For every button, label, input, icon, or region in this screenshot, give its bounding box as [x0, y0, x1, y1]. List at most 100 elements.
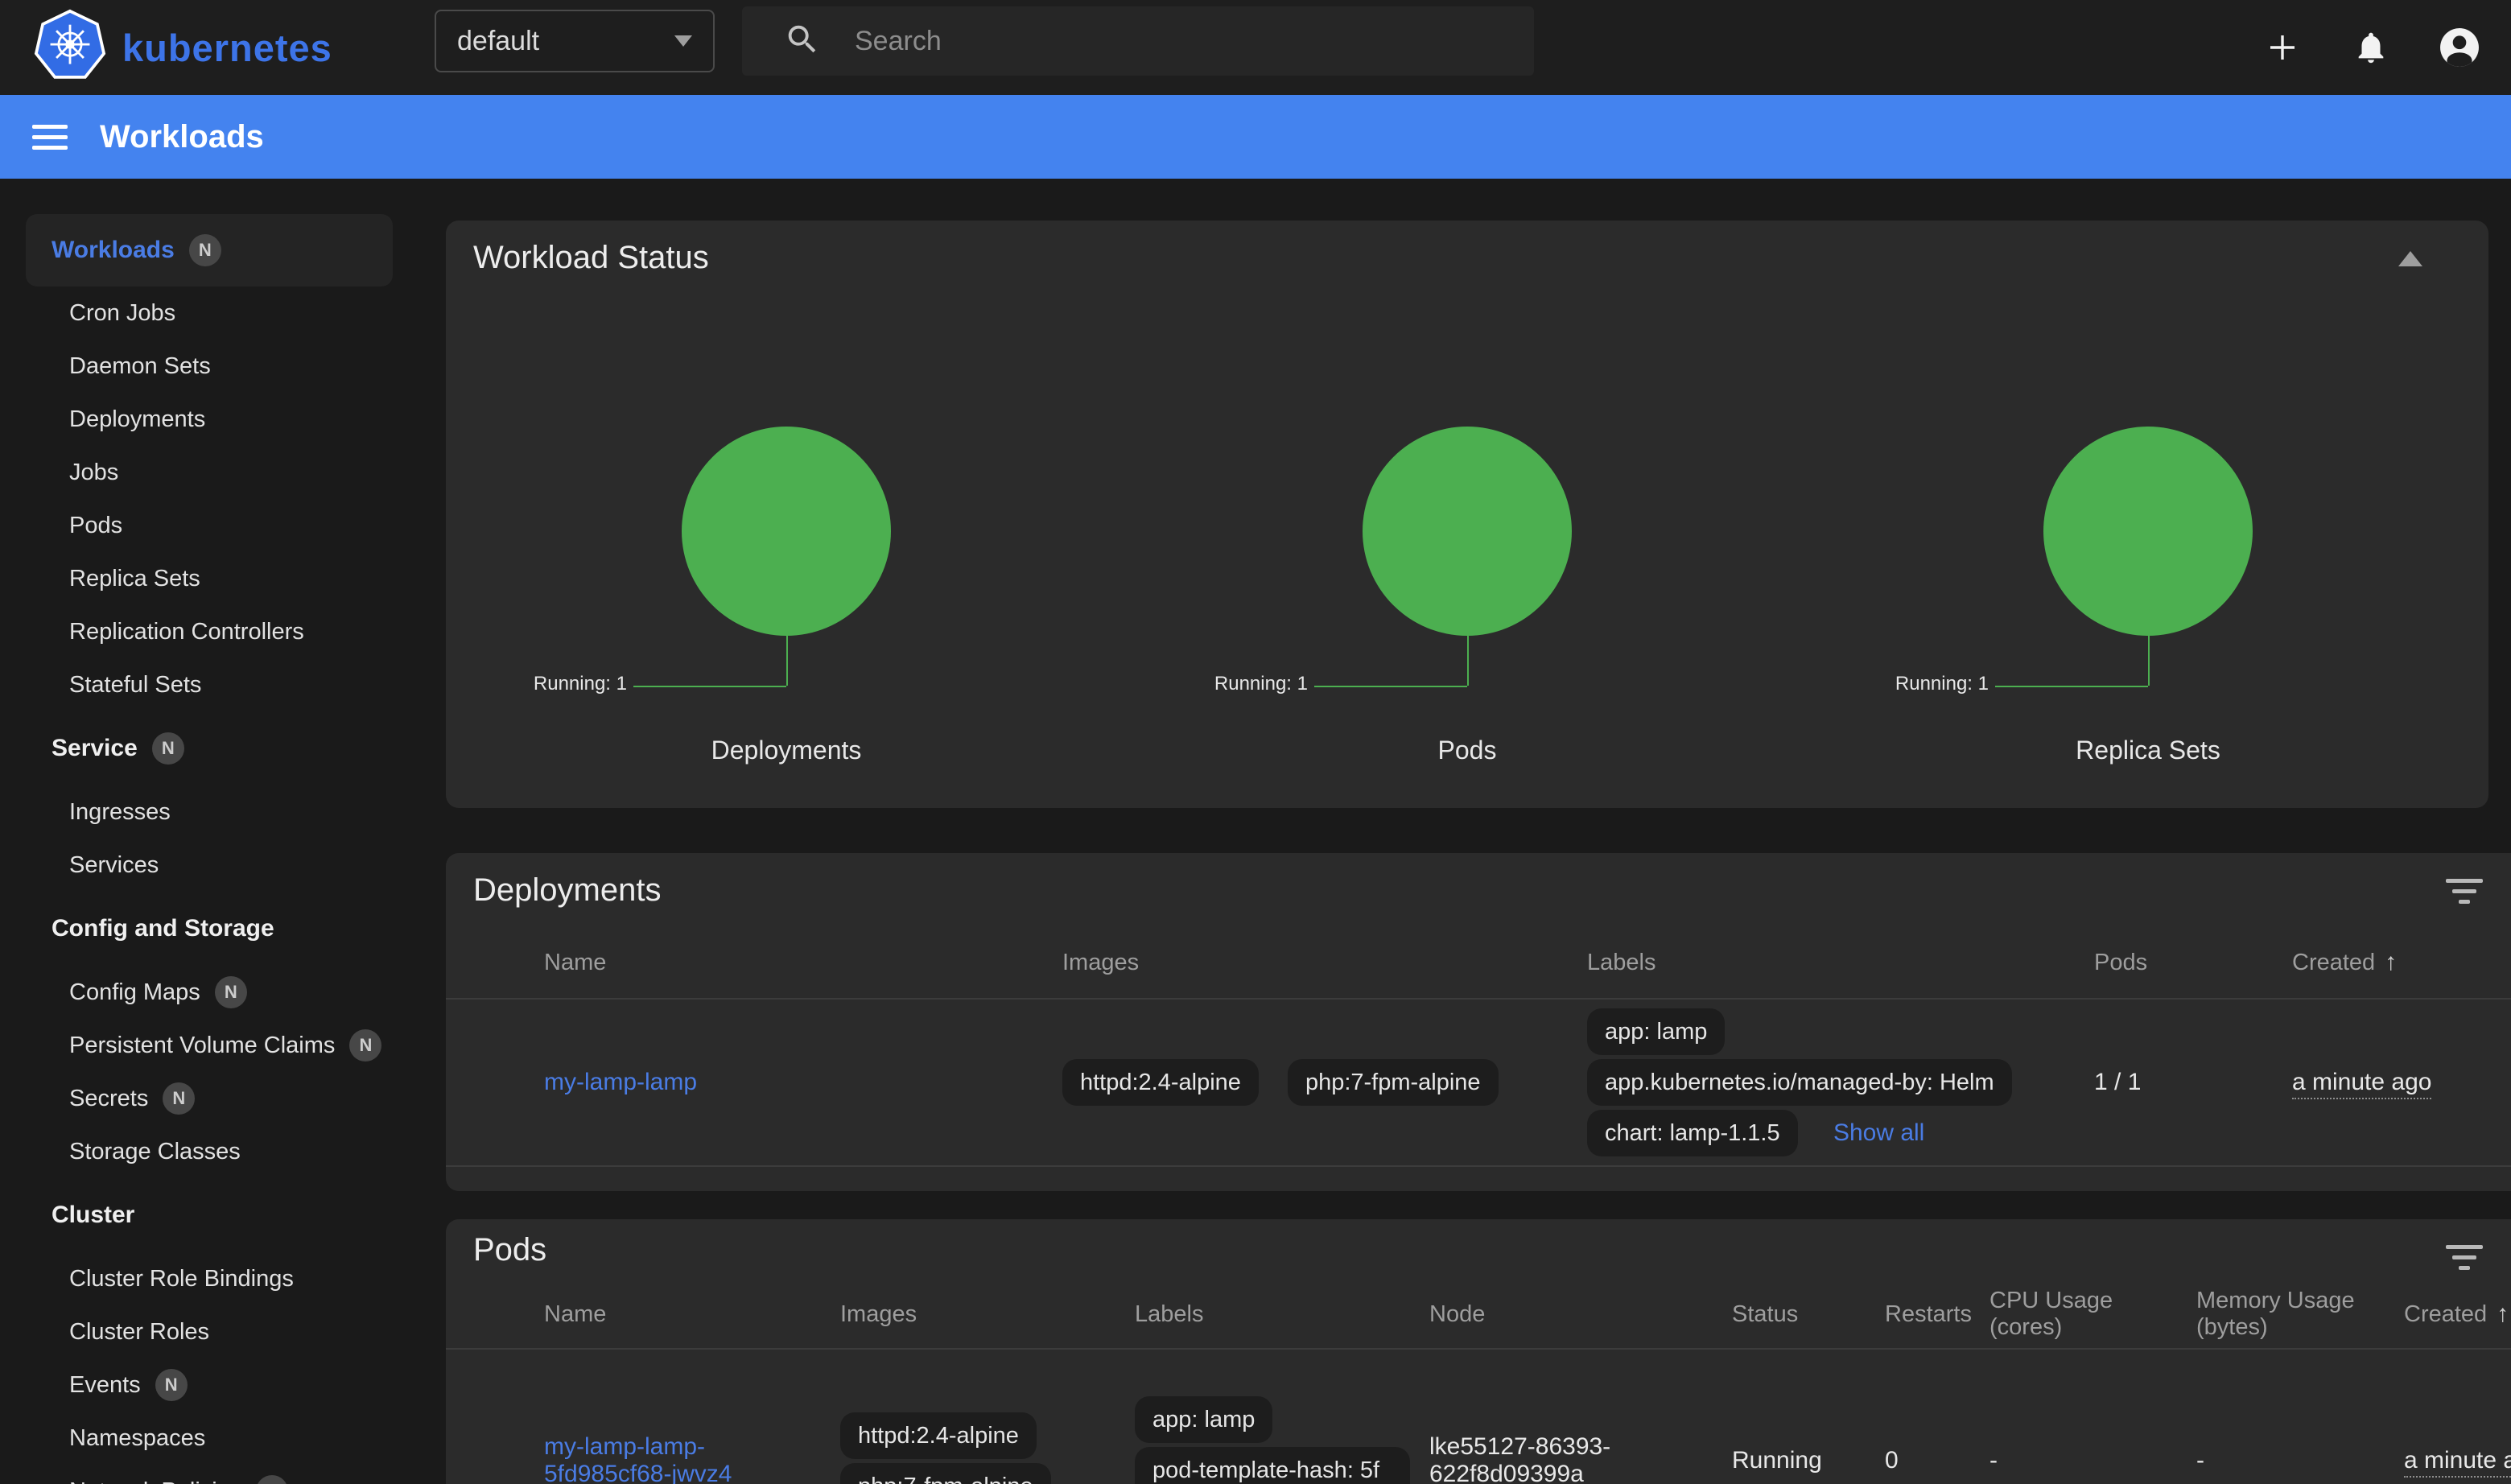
header-actions — [2262, 0, 2511, 95]
replica-sets-graph-title: Replica Sets — [1808, 736, 2488, 765]
kubernetes-logo-icon — [32, 8, 108, 88]
column-header-images[interactable]: Images — [1062, 950, 1587, 976]
search-bar[interactable] — [742, 6, 1534, 76]
replica-sets-pie-chart — [2043, 427, 2253, 636]
deployments-graph-title: Deployments — [446, 736, 1127, 765]
sidebar-item-replica-sets[interactable]: Replica Sets — [0, 552, 418, 605]
sidebar-header-cluster: Cluster — [0, 1189, 418, 1242]
search-icon — [784, 21, 821, 62]
image-chip: php:7-fpm-alpine — [1288, 1059, 1499, 1106]
account-avatar-button[interactable] — [2439, 27, 2480, 68]
page-title: Workloads — [100, 119, 264, 155]
column-header-node[interactable]: Node — [1429, 1301, 1732, 1328]
deployments-table-header: Name Images Labels Pods Created↑ — [446, 927, 2511, 1000]
app-toolbar: Workloads — [0, 95, 2511, 179]
sidebar-item-services[interactable]: Services — [0, 839, 418, 892]
namespace-selected-value: default — [457, 26, 674, 57]
sidebar-item-service[interactable]: Service N — [0, 722, 418, 775]
workload-graph-pods: Running: 1 Pods — [1127, 295, 1808, 777]
leader-line-horizontal — [1314, 686, 1467, 687]
column-header-status[interactable]: Status — [1732, 1301, 1885, 1328]
column-header-created[interactable]: Created↑ — [2404, 1301, 2511, 1328]
sidebar-item-pods[interactable]: Pods — [0, 499, 418, 552]
created-timestamp: a minute ago — [2404, 1447, 2511, 1478]
leader-line-horizontal — [633, 686, 786, 687]
new-badge: N — [256, 1475, 288, 1484]
pods-graph-title: Pods — [1127, 736, 1808, 765]
filter-list-icon[interactable] — [2446, 879, 2483, 906]
new-badge: N — [349, 1029, 381, 1061]
sidebar-item-config-maps[interactable]: Config Maps N — [0, 966, 418, 1019]
nav-group-service: Service N Ingresses Services — [0, 722, 418, 892]
logo-wordmark: kubernetes — [122, 26, 332, 70]
new-badge: N — [215, 976, 247, 1008]
sidebar-item-persistent-volume-claims[interactable]: Persistent Volume Claims N — [0, 1019, 418, 1072]
replica-sets-running-label: Running: 1 — [1895, 673, 1989, 695]
collapse-section-icon[interactable] — [2398, 251, 2422, 266]
sort-ascending-icon: ↑ — [2385, 949, 2397, 975]
notifications-bell-button[interactable] — [2350, 27, 2392, 68]
deployments-running-label: Running: 1 — [534, 673, 627, 695]
kubernetes-logo[interactable]: kubernetes — [32, 10, 332, 85]
show-all-labels-link[interactable]: Show all — [1833, 1119, 1924, 1146]
leader-line-vertical — [786, 636, 788, 686]
filter-list-icon[interactable] — [2446, 1245, 2483, 1272]
sidebar-item-workloads[interactable]: Workloads N — [26, 214, 393, 286]
pods-table-header: Name Images Labels Node Status Restarts … — [446, 1280, 2511, 1350]
sidebar-item-stateful-sets[interactable]: Stateful Sets — [0, 658, 418, 711]
label-chip: app.kubernetes.io/managed-by: Helm — [1587, 1059, 2012, 1106]
label-chip: app: lamp — [1587, 1008, 1725, 1055]
sidebar-item-events[interactable]: Events N — [0, 1358, 418, 1412]
new-badge: N — [189, 234, 221, 266]
sidebar-item-replication-controllers[interactable]: Replication Controllers — [0, 605, 418, 658]
column-header-pods[interactable]: Pods — [2094, 950, 2292, 976]
column-header-name[interactable]: Name — [544, 1301, 840, 1328]
image-chip: php:7-fpm-alpine — [840, 1463, 1051, 1484]
sidebar-item-daemon-sets[interactable]: Daemon Sets — [0, 340, 418, 393]
sidebar-header-config-and-storage: Config and Storage — [0, 902, 418, 955]
column-header-cpu-usage[interactable]: CPU Usage (cores) — [1989, 1288, 2196, 1341]
pod-restarts: 0 — [1885, 1447, 1989, 1474]
deployment-table-row[interactable]: my-lamp-lamp httpd:2.4-alpine php:7-fpm-a… — [446, 1000, 2511, 1167]
column-header-labels[interactable]: Labels — [1135, 1301, 1429, 1328]
column-header-restarts[interactable]: Restarts — [1885, 1301, 1989, 1328]
sidebar-item-secrets[interactable]: Secrets N — [0, 1072, 418, 1125]
namespace-selector[interactable]: default — [435, 10, 715, 72]
pod-memory-usage: - — [2196, 1447, 2404, 1474]
sidebar-item-namespaces[interactable]: Namespaces — [0, 1412, 418, 1465]
pods-card-title: Pods — [446, 1219, 2511, 1280]
column-header-images[interactable]: Images — [840, 1301, 1135, 1328]
column-header-labels[interactable]: Labels — [1587, 950, 2094, 976]
new-badge: N — [152, 732, 184, 765]
sidebar-item-cluster-roles[interactable]: Cluster Roles — [0, 1305, 418, 1358]
pod-table-row[interactable]: my-lamp-lamp-5fd985cf68-jwvz4 httpd:2.4-… — [446, 1350, 2511, 1484]
image-chip: httpd:2.4-alpine — [840, 1412, 1037, 1459]
new-badge: N — [163, 1082, 195, 1115]
column-header-memory-usage[interactable]: Memory Usage (bytes) — [2196, 1288, 2404, 1341]
sidebar-item-jobs[interactable]: Jobs — [0, 446, 418, 499]
workload-status-title: Workload Status — [446, 221, 2488, 295]
kubernetes-dashboard: kubernetes default — [0, 0, 2511, 1484]
create-plus-button[interactable] — [2262, 27, 2303, 68]
pods-count: 1 / 1 — [2094, 1069, 2292, 1096]
sidebar-item-cron-jobs[interactable]: Cron Jobs — [0, 286, 418, 340]
pod-node: lke55127-86393-622f8d09399a — [1429, 1433, 1732, 1484]
pods-card: Pods Name Images Labels Node Status Rest… — [446, 1219, 2511, 1484]
deployments-card-title: Deployments — [446, 853, 2511, 927]
chevron-down-icon — [674, 35, 692, 47]
pod-cpu-usage: - — [1989, 1447, 2196, 1474]
nav-group-workloads: Workloads N Cron Jobs Daemon Sets Deploy… — [0, 214, 418, 711]
sidebar-item-cluster-role-bindings[interactable]: Cluster Role Bindings — [0, 1252, 418, 1305]
sort-ascending-icon: ↑ — [2497, 1301, 2509, 1327]
search-input[interactable] — [853, 25, 1484, 58]
sidebar-item-ingresses[interactable]: Ingresses — [0, 785, 418, 839]
sidebar-item-storage-classes[interactable]: Storage Classes — [0, 1125, 418, 1178]
deployment-name-link[interactable]: my-lamp-lamp — [544, 1069, 697, 1095]
menu-hamburger-icon[interactable] — [32, 118, 68, 156]
sidebar-item-deployments[interactable]: Deployments — [0, 393, 418, 446]
image-chip: httpd:2.4-alpine — [1062, 1059, 1259, 1106]
column-header-name[interactable]: Name — [544, 950, 1062, 976]
sidebar-item-network-policies[interactable]: Network Policies N — [0, 1465, 418, 1484]
column-header-created[interactable]: Created↑ — [2292, 949, 2511, 976]
pod-name-link[interactable]: my-lamp-lamp-5fd985cf68-jwvz4 — [544, 1433, 732, 1484]
